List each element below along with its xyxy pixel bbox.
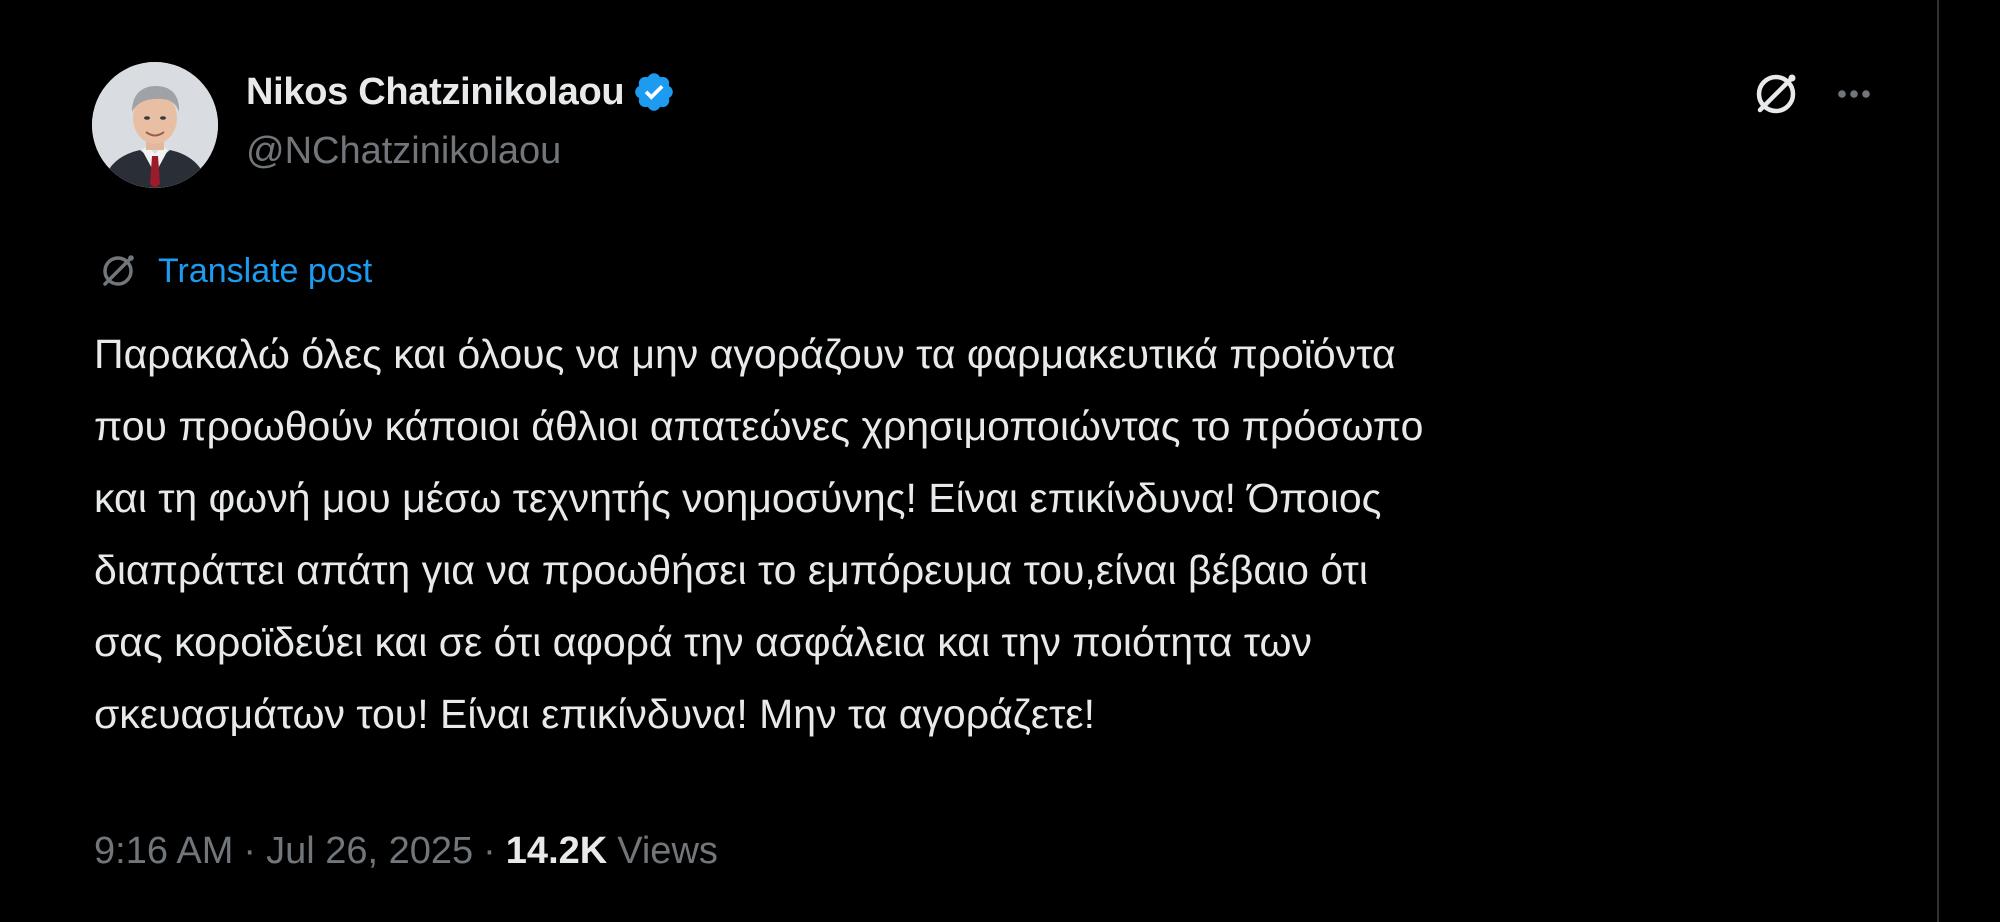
author-handle[interactable]: @NChatzinikolaou bbox=[246, 130, 561, 173]
translate-icon bbox=[96, 249, 140, 293]
post-text-line: σας κοροϊδεύει και σε ότι αφορά την ασφά… bbox=[94, 619, 1313, 665]
more-options-button[interactable] bbox=[1826, 66, 1882, 122]
post-text-line: διαπράττει απάτη για να προωθήσει το εμπ… bbox=[94, 547, 1368, 593]
post-text-line: που προωθούν κάποιοι άθλιοι απατεώνες χρ… bbox=[94, 403, 1424, 449]
views-label: Views bbox=[617, 829, 718, 872]
views-count[interactable]: 14.2K bbox=[506, 830, 607, 873]
more-icon bbox=[1826, 90, 1882, 126]
post-text-line: Παρακαλώ όλες και όλους να μην αγοράζουν… bbox=[94, 331, 1396, 377]
avatar[interactable] bbox=[92, 62, 218, 188]
grok-button[interactable] bbox=[1748, 66, 1804, 122]
translate-post-link[interactable]: Translate post bbox=[96, 248, 372, 294]
post-text-line: και τη φωνή μου μέσω τεχνητής νοημοσύνης… bbox=[94, 475, 1382, 521]
grok-icon bbox=[1748, 74, 1804, 126]
post-date[interactable]: Jul 26, 2025 bbox=[266, 830, 473, 873]
post-text: Παρακαλώ όλες και όλους να μην αγοράζουν… bbox=[94, 318, 1904, 750]
post-text-line: σκευασμάτων του! Είναι επικίνδυνα! Μην τ… bbox=[94, 691, 1095, 737]
post-meta: 9:16 AM · Jul 26, 2025 · 14.2K Views bbox=[94, 826, 718, 876]
translate-post-label[interactable]: Translate post bbox=[158, 252, 372, 291]
post-time[interactable]: 9:16 AM bbox=[94, 830, 233, 873]
author-name-row: Nikos Chatzinikolaou bbox=[246, 68, 676, 116]
meta-separator: · bbox=[243, 829, 257, 872]
column-divider bbox=[1937, 0, 1939, 922]
verified-badge-icon[interactable] bbox=[632, 70, 676, 114]
author-display-name[interactable]: Nikos Chatzinikolaou bbox=[246, 71, 625, 114]
meta-separator: · bbox=[483, 829, 496, 872]
